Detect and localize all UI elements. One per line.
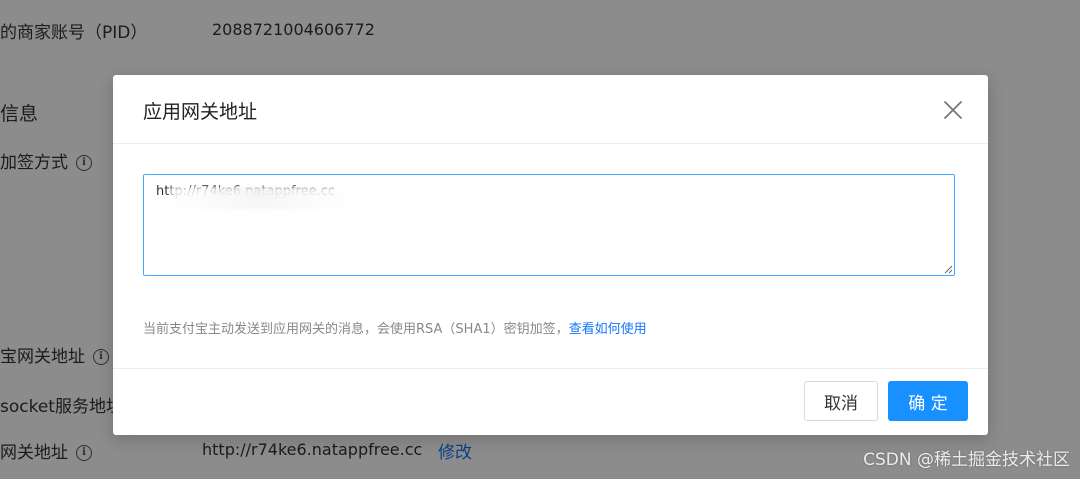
hint-text: 当前支付宝主动发送到应用网关的消息，会使用RSA（SHA1）密钥加签，查看如何使… — [143, 318, 647, 337]
watermark: CSDN @稀土掘金技术社区 — [863, 450, 1070, 470]
close-icon[interactable] — [942, 99, 964, 121]
cancel-button[interactable]: 取消 — [804, 381, 878, 421]
gateway-modal: 应用网关地址 当前支付宝主动发送到应用网关的消息，会使用RSA（SHA1）密钥加… — [113, 75, 988, 435]
gateway-url-textarea-wrap — [143, 174, 955, 276]
how-to-use-link[interactable]: 查看如何使用 — [569, 322, 647, 337]
modal-footer: 取消 确 定 — [113, 368, 988, 435]
redaction-blur — [170, 187, 350, 209]
modal-title: 应用网关地址 — [143, 101, 258, 123]
confirm-button[interactable]: 确 定 — [888, 381, 968, 421]
modal-header: 应用网关地址 — [113, 75, 988, 144]
resize-handle-icon[interactable] — [943, 264, 953, 274]
hint-message: 当前支付宝主动发送到应用网关的消息，会使用RSA（SHA1）密钥加签， — [143, 322, 569, 337]
